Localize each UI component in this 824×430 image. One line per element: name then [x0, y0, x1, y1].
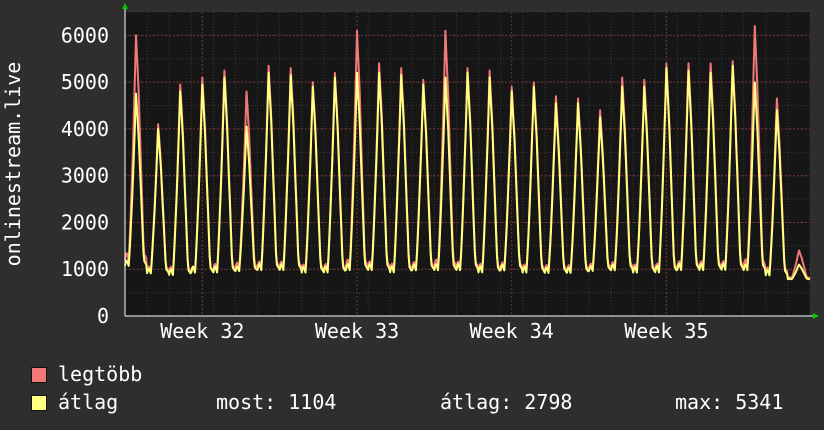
legend-swatch-max	[31, 367, 47, 383]
y-tick-label: 3000	[61, 164, 109, 188]
y-tick-label: 6000	[61, 23, 109, 47]
y-tick-label: 0	[97, 304, 109, 328]
x-tick-label: Week 35	[624, 319, 708, 343]
x-tick-label: Week 34	[470, 319, 554, 343]
x-axis-arrow	[813, 313, 819, 319]
y-tick-label: 1000	[61, 257, 109, 281]
y-axis-label: onlinestream.live	[1, 62, 25, 267]
y-tick-label: 4000	[61, 117, 109, 141]
x-tick-label: Week 33	[315, 319, 399, 343]
stat-current: most: 1104	[216, 390, 337, 414]
legend-swatch-avg	[31, 395, 47, 411]
legend-label-avg: átlag	[58, 390, 119, 414]
stat-average: átlag: 2798	[440, 390, 573, 414]
stat-max: max: 5341	[675, 390, 784, 414]
x-tick-label: Week 32	[160, 319, 244, 343]
y-tick-label: 2000	[61, 210, 109, 234]
y-tick-label: 5000	[61, 70, 109, 94]
y-axis-arrow	[122, 3, 128, 9]
legend-label-max: legtöbb	[58, 362, 143, 386]
